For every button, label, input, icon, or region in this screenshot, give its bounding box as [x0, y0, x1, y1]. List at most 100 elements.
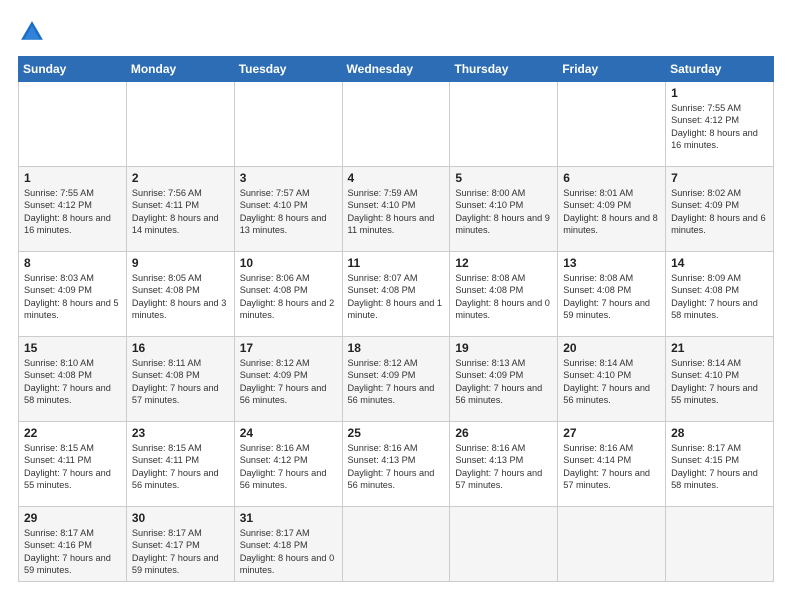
day-number: 21: [671, 341, 768, 355]
day-number: 30: [132, 511, 229, 525]
calendar-cell: [450, 507, 558, 582]
calendar-cell: 2 Sunrise: 7:56 AMSunset: 4:11 PMDaylight…: [126, 167, 234, 252]
calendar-cell: 28 Sunrise: 8:17 AMSunset: 4:15 PMDayligh…: [666, 422, 774, 507]
calendar-cell: 3Sunrise: 7:57 AMSunset: 4:10 PMDaylight…: [234, 167, 342, 252]
day-number: 13: [563, 256, 660, 270]
logo: [18, 18, 50, 46]
calendar-cell: 31Sunrise: 8:17 AMSunset: 4:18 PMDayligh…: [234, 507, 342, 582]
cell-content: Sunrise: 8:14 AMSunset: 4:10 PMDaylight:…: [563, 357, 660, 407]
calendar-cell: 11 Sunrise: 8:07 AMSunset: 4:08 PMDayligh…: [342, 252, 450, 337]
calendar-cell: 19 Sunrise: 8:13 AMSunset: 4:09 PMDayligh…: [450, 337, 558, 422]
cell-content: Sunrise: 8:08 AMSunset: 4:08 PMDaylight:…: [455, 272, 552, 322]
calendar-cell: 1 Sunrise: 7:55 AMSunset: 4:12 PMDaylight…: [19, 167, 127, 252]
day-number: 15: [24, 341, 121, 355]
day-number: 2: [132, 171, 229, 185]
calendar-cell: [666, 507, 774, 582]
day-number: 10: [240, 256, 337, 270]
calendar-table: SundayMondayTuesdayWednesdayThursdayFrid…: [18, 56, 774, 582]
cell-content: Sunrise: 8:17 AMSunset: 4:15 PMDaylight:…: [671, 442, 768, 492]
cell-content: Sunrise: 8:11 AMSunset: 4:08 PMDaylight:…: [132, 357, 229, 407]
cell-content: Sunrise: 7:55 AMSunset: 4:12 PMDaylight:…: [24, 187, 121, 237]
day-number: 14: [671, 256, 768, 270]
calendar-cell: [234, 82, 342, 167]
calendar-cell: 20 Sunrise: 8:14 AMSunset: 4:10 PMDayligh…: [558, 337, 666, 422]
day-number: 22: [24, 426, 121, 440]
day-number: 19: [455, 341, 552, 355]
calendar-cell: 29Sunrise: 8:17 AMSunset: 4:16 PMDayligh…: [19, 507, 127, 582]
calendar-cell: [450, 82, 558, 167]
calendar-cell: [558, 507, 666, 582]
day-number: 11: [348, 256, 445, 270]
day-number: 28: [671, 426, 768, 440]
day-number: 20: [563, 341, 660, 355]
day-header-monday: Monday: [126, 57, 234, 82]
calendar-cell: 1 Sunrise: 7:55 AMSunset: 4:12 PMDaylight…: [666, 82, 774, 167]
day-number: 23: [132, 426, 229, 440]
calendar-cell: 18Sunrise: 8:12 AMSunset: 4:09 PMDayligh…: [342, 337, 450, 422]
calendar-cell: 17Sunrise: 8:12 AMSunset: 4:09 PMDayligh…: [234, 337, 342, 422]
cell-content: Sunrise: 8:13 AMSunset: 4:09 PMDaylight:…: [455, 357, 552, 407]
cell-content: Sunrise: 8:16 AMSunset: 4:13 PMDaylight:…: [455, 442, 552, 492]
day-header-wednesday: Wednesday: [342, 57, 450, 82]
calendar-week-0: 1 Sunrise: 7:55 AMSunset: 4:12 PMDaylight…: [19, 82, 774, 167]
cell-content: Sunrise: 8:15 AMSunset: 4:11 PMDaylight:…: [132, 442, 229, 492]
day-number: 1: [24, 171, 121, 185]
day-header-sunday: Sunday: [19, 57, 127, 82]
cell-content: Sunrise: 8:17 AMSunset: 4:17 PMDaylight:…: [132, 527, 229, 577]
calendar-cell: 15 Sunrise: 8:10 AMSunset: 4:08 PMDayligh…: [19, 337, 127, 422]
day-number: 7: [671, 171, 768, 185]
calendar-cell: 9Sunrise: 8:05 AMSunset: 4:08 PMDaylight…: [126, 252, 234, 337]
calendar-cell: [342, 507, 450, 582]
cell-content: Sunrise: 8:15 AMSunset: 4:11 PMDaylight:…: [24, 442, 121, 492]
calendar-cell: 7Sunrise: 8:02 AMSunset: 4:09 PMDaylight…: [666, 167, 774, 252]
calendar-week-4: 22 Sunrise: 8:15 AMSunset: 4:11 PMDayligh…: [19, 422, 774, 507]
cell-content: Sunrise: 8:05 AMSunset: 4:08 PMDaylight:…: [132, 272, 229, 322]
day-number: 4: [348, 171, 445, 185]
calendar-cell: 12Sunrise: 8:08 AMSunset: 4:08 PMDayligh…: [450, 252, 558, 337]
day-number: 29: [24, 511, 121, 525]
day-number: 24: [240, 426, 337, 440]
calendar-week-2: 8Sunrise: 8:03 AMSunset: 4:09 PMDaylight…: [19, 252, 774, 337]
cell-content: Sunrise: 8:01 AMSunset: 4:09 PMDaylight:…: [563, 187, 660, 237]
calendar-cell: 23 Sunrise: 8:15 AMSunset: 4:11 PMDayligh…: [126, 422, 234, 507]
logo-icon: [18, 18, 46, 46]
calendar-cell: 21Sunrise: 8:14 AMSunset: 4:10 PMDayligh…: [666, 337, 774, 422]
cell-content: Sunrise: 7:56 AMSunset: 4:11 PMDaylight:…: [132, 187, 229, 237]
calendar-cell: 24 Sunrise: 8:16 AMSunset: 4:12 PMDayligh…: [234, 422, 342, 507]
day-number: 27: [563, 426, 660, 440]
calendar-cell: 25Sunrise: 8:16 AMSunset: 4:13 PMDayligh…: [342, 422, 450, 507]
cell-content: Sunrise: 8:06 AMSunset: 4:08 PMDaylight:…: [240, 272, 337, 322]
calendar-week-1: 1 Sunrise: 7:55 AMSunset: 4:12 PMDaylight…: [19, 167, 774, 252]
day-number: 5: [455, 171, 552, 185]
day-number: 18: [348, 341, 445, 355]
day-number: 6: [563, 171, 660, 185]
calendar-week-3: 15 Sunrise: 8:10 AMSunset: 4:08 PMDayligh…: [19, 337, 774, 422]
day-number: 16: [132, 341, 229, 355]
cell-content: Sunrise: 8:07 AMSunset: 4:08 PMDaylight:…: [348, 272, 445, 322]
calendar-week-5: 29Sunrise: 8:17 AMSunset: 4:16 PMDayligh…: [19, 507, 774, 582]
cell-content: Sunrise: 7:55 AMSunset: 4:12 PMDaylight:…: [671, 102, 768, 152]
day-number: 17: [240, 341, 337, 355]
day-number: 8: [24, 256, 121, 270]
cell-content: Sunrise: 8:09 AMSunset: 4:08 PMDaylight:…: [671, 272, 768, 322]
day-number: 31: [240, 511, 337, 525]
cell-content: Sunrise: 7:57 AMSunset: 4:10 PMDaylight:…: [240, 187, 337, 237]
calendar-cell: 14 Sunrise: 8:09 AMSunset: 4:08 PMDayligh…: [666, 252, 774, 337]
cell-content: Sunrise: 7:59 AMSunset: 4:10 PMDaylight:…: [348, 187, 445, 237]
calendar-header-row: SundayMondayTuesdayWednesdayThursdayFrid…: [19, 57, 774, 82]
day-number: 25: [348, 426, 445, 440]
cell-content: Sunrise: 8:10 AMSunset: 4:08 PMDaylight:…: [24, 357, 121, 407]
calendar-cell: 6 Sunrise: 8:01 AMSunset: 4:09 PMDaylight…: [558, 167, 666, 252]
cell-content: Sunrise: 8:16 AMSunset: 4:12 PMDaylight:…: [240, 442, 337, 492]
calendar-cell: 26Sunrise: 8:16 AMSunset: 4:13 PMDayligh…: [450, 422, 558, 507]
calendar-cell: [558, 82, 666, 167]
calendar-cell: 10 Sunrise: 8:06 AMSunset: 4:08 PMDayligh…: [234, 252, 342, 337]
day-header-tuesday: Tuesday: [234, 57, 342, 82]
day-header-saturday: Saturday: [666, 57, 774, 82]
day-number: 1: [671, 86, 768, 100]
calendar-cell: [126, 82, 234, 167]
calendar-cell: 22 Sunrise: 8:15 AMSunset: 4:11 PMDayligh…: [19, 422, 127, 507]
day-header-thursday: Thursday: [450, 57, 558, 82]
calendar-cell: 5Sunrise: 8:00 AMSunset: 4:10 PMDaylight…: [450, 167, 558, 252]
day-header-friday: Friday: [558, 57, 666, 82]
